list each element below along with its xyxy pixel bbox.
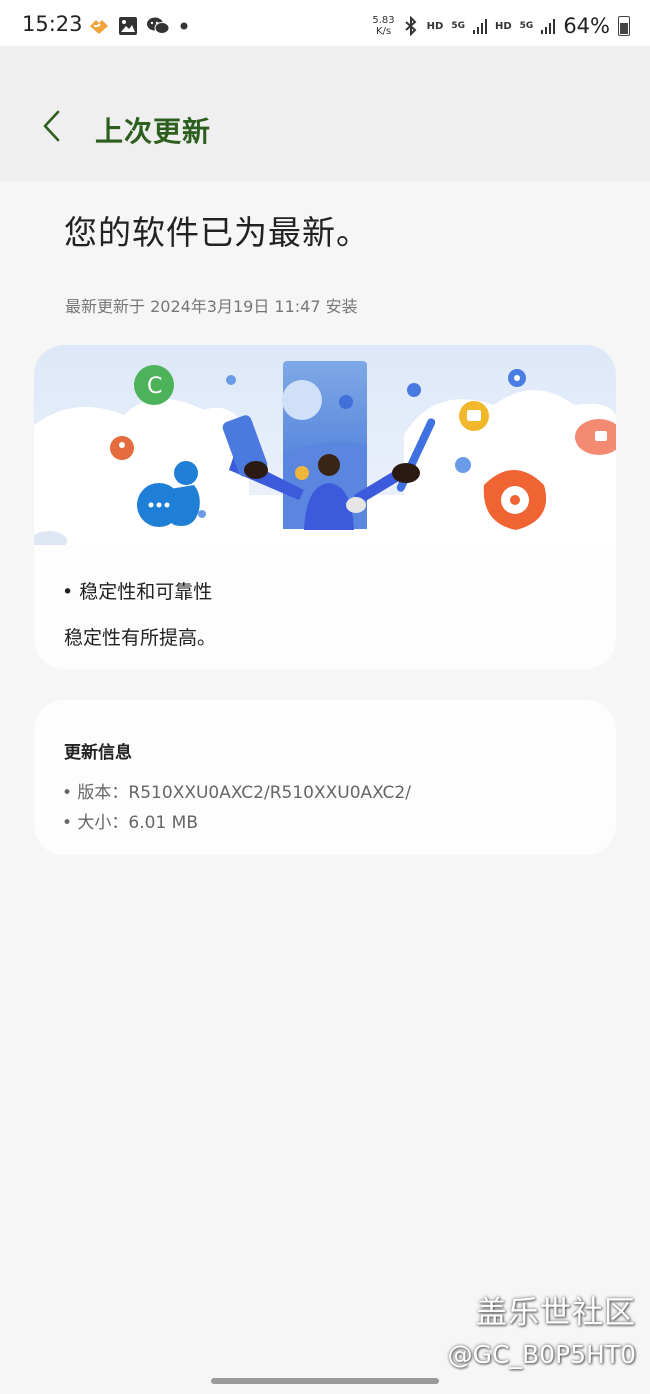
page-title: 上次更新 — [95, 115, 212, 148]
status-right: 5.83 K/s HD 5G HD 5G 64% — [372, 14, 630, 38]
bluetooth-icon — [404, 16, 417, 36]
signal-icon-1 — [472, 19, 487, 34]
update-info-card: 更新信息 • 版本：R510XXU0AXC2/R510XXU0AXC2/ • 大… — [34, 700, 616, 855]
signal-icon-2 — [541, 19, 556, 34]
update-item-title: • 稳定性和可靠性 — [62, 581, 213, 603]
app-bar: 上次更新 — [0, 46, 650, 181]
hd-voice-1: HD — [426, 20, 444, 32]
app-notification-icon — [90, 20, 108, 34]
back-button[interactable] — [34, 106, 74, 146]
update-info-title: 更新信息 — [64, 743, 132, 763]
watermark-community: 盖乐世社区 — [476, 1295, 636, 1331]
update-item-description: 稳定性有所提高。 — [64, 627, 217, 649]
watermark-user: @GC_B0P5HT0 — [447, 1340, 636, 1369]
svg-text:C: C — [147, 374, 162, 399]
battery-level: 64% — [563, 14, 610, 38]
version-info: • 版本：R510XXU0AXC2/R510XXU0AXC2/ — [62, 783, 411, 803]
home-indicator[interactable] — [211, 1378, 439, 1384]
last-update-time: 最新更新于 2024年3月19日 11:47 安装 — [65, 297, 358, 316]
gallery-icon — [119, 17, 137, 35]
update-details-card: C • 稳定性和可靠性 稳定性有所提高。 — [34, 345, 616, 669]
notification-icons — [88, 16, 190, 36]
chevron-left-icon — [43, 110, 60, 142]
network-speed-unit: K/s — [375, 26, 392, 37]
update-illustration: C — [34, 345, 616, 545]
network-type-2: 5G — [519, 20, 534, 31]
battery-icon — [618, 16, 630, 36]
more-notifications-dot-icon — [180, 22, 188, 30]
network-speed-value: 5.83 — [372, 15, 395, 26]
hd-voice-2: HD — [494, 20, 512, 32]
network-type-1: 5G — [451, 20, 465, 31]
wechat-icon — [147, 17, 170, 34]
network-speed: 5.83 K/s — [372, 15, 394, 37]
size-info: • 大小：6.01 MB — [62, 813, 199, 833]
status-time: 15:23 — [22, 12, 83, 36]
status-headline: 您的软件已为最新。 — [64, 213, 370, 252]
status-bar: 15:23 5.83 K/s HD 5G HD 5G 64% — [0, 0, 650, 46]
